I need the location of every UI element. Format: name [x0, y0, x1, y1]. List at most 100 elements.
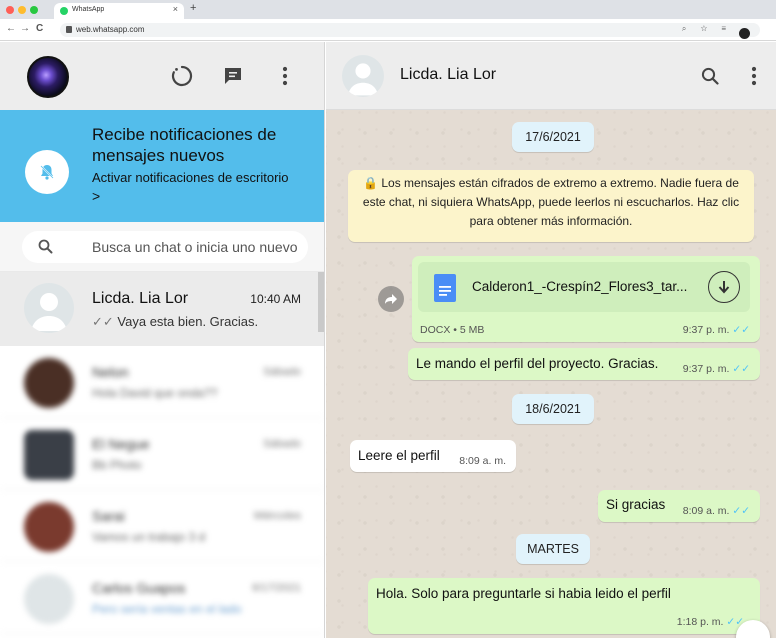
sidebar-header — [0, 42, 324, 110]
maximize-window-button[interactable] — [30, 6, 38, 14]
default-avatar-icon — [24, 283, 74, 333]
browser-tab-bar: WhatsApp × + — [0, 0, 776, 19]
profile-icon[interactable] — [739, 28, 750, 39]
search-icon — [38, 239, 53, 259]
status-icon[interactable] — [170, 64, 194, 88]
message-meta: 9:37 p. m. ✓✓ — [683, 324, 750, 336]
docx-file-icon — [434, 274, 456, 302]
contact-avatar[interactable] — [342, 55, 384, 97]
chat-time: 6/17/2021 — [252, 582, 301, 594]
forward-icon[interactable] — [378, 286, 404, 312]
browser-tab[interactable]: WhatsApp × — [54, 3, 184, 19]
chat-list-item[interactable]: Nelon Sábado Hola David que onda?? — [0, 346, 324, 418]
avatar — [24, 574, 74, 624]
message-text: Si gracias — [606, 497, 666, 512]
document-message[interactable]: Calderon1_-Crespín2_Flores3_tar... DOCX … — [412, 256, 760, 342]
chat-name: Carlos Guapos — [92, 580, 186, 596]
document-file-name: Calderon1_-Crespín2_Flores3_tar... — [472, 279, 688, 294]
notification-banner[interactable]: Recibe notificaciones de mensajes nuevos… — [0, 110, 324, 222]
read-ticks-icon: ✓✓ — [732, 324, 750, 336]
read-ticks-icon: ✓✓ — [732, 363, 750, 375]
chat-list-item[interactable]: El Negue Sábado Bb Photo — [0, 418, 324, 490]
chat-preview: Hola David que onda?? — [92, 386, 218, 400]
chat-list-item-active[interactable]: Licda. Lia Lor 10:40 AM ✓✓ Vaya esta bie… — [0, 272, 324, 346]
chat-name: Licda. Lia Lor — [92, 290, 189, 307]
message-meta: 8:09 a. m. ✓✓ — [683, 505, 750, 517]
reload-button[interactable]: C — [36, 23, 43, 34]
avatar — [24, 430, 74, 480]
menu-icon[interactable] — [742, 64, 766, 88]
lock-icon — [66, 26, 72, 33]
chat-list-item[interactable]: Carlos Guapos 6/17/2021 Pero sería venta… — [0, 562, 324, 634]
avatar — [24, 358, 74, 408]
date-divider: 18/6/2021 — [512, 394, 594, 424]
chat-name: Sarai — [92, 508, 125, 524]
search-bar — [0, 222, 324, 272]
close-window-button[interactable] — [6, 6, 14, 14]
document-card[interactable]: Calderon1_-Crespín2_Flores3_tar... — [418, 262, 750, 312]
message-text: Le mando el perfil del proyecto. Gracias… — [416, 356, 659, 371]
contact-name: Licda. Lia Lor — [400, 66, 497, 83]
message-time: 9:37 p. m. — [682, 363, 730, 375]
chat-list-scrollbar[interactable] — [318, 272, 324, 332]
forward-button[interactable]: → — [20, 23, 30, 34]
chevron-right-icon[interactable]: > — [92, 188, 100, 204]
message-time: 8:09 a. m. — [459, 455, 506, 467]
bell-off-icon — [25, 150, 69, 194]
incoming-message[interactable]: Leere el perfil 8:09 a. m. — [350, 440, 516, 472]
outgoing-message[interactable]: Si gracias 8:09 a. m. ✓✓ — [598, 490, 760, 522]
search-input[interactable] — [92, 231, 306, 263]
message-time: 1:18 p. m. — [676, 616, 724, 628]
chat-time: Miércoles — [253, 510, 301, 522]
url-field[interactable]: web.whatsapp.com ⌕ ☆ ≡ — [60, 23, 760, 39]
notification-title: Recibe notificaciones de mensajes nuevos — [92, 125, 277, 165]
chat-preview: Pero sería ventas en el lado — [92, 602, 242, 616]
address-bar: ← → C web.whatsapp.com ⌕ ☆ ≡ — [0, 19, 776, 41]
read-ticks-icon: ✓✓ — [732, 505, 750, 517]
new-chat-icon[interactable] — [221, 64, 245, 88]
chat-preview-text: Vaya esta bien. Gracias. — [117, 314, 259, 329]
encryption-notice[interactable]: 🔒 Los mensajes están cifrados de extremo… — [348, 170, 754, 242]
search-icon[interactable] — [698, 64, 722, 88]
document-file-info: DOCX • 5 MB — [420, 324, 485, 336]
download-icon[interactable] — [708, 271, 740, 303]
chat-time: 10:40 AM — [250, 292, 301, 306]
blurred-chat-list: Nelon Sábado Hola David que onda?? El Ne… — [0, 346, 324, 638]
conversation-panel: Licda. Lia Lor 17/6/2021 🔒 Los mensajes … — [326, 42, 776, 638]
enable-desktop-notifications-link[interactable]: Activar notificaciones de escritorio — [92, 170, 289, 185]
url-text: web.whatsapp.com — [76, 25, 145, 34]
back-button[interactable]: ← — [6, 23, 16, 34]
chat-list-item[interactable]: Sarai Miércoles Vamos un trabajo 3 d — [0, 490, 324, 562]
message-time: 9:37 p. m. — [682, 324, 730, 336]
chat-preview: Bb Photo — [92, 458, 142, 472]
conversation-header[interactable]: Licda. Lia Lor — [326, 42, 776, 110]
outgoing-message[interactable]: Hola. Solo para preguntarle si habia lei… — [368, 578, 760, 634]
tab-close-button[interactable]: × — [173, 4, 178, 14]
message-time: 8:09 a. m. — [682, 505, 730, 517]
chat-time: Sábado — [263, 366, 301, 378]
search-box[interactable] — [22, 231, 308, 263]
tab-title: WhatsApp — [72, 6, 105, 13]
message-meta: 1:18 p. m. ✓✓ — [677, 616, 744, 628]
outgoing-message[interactable]: Le mando el perfil del proyecto. Gracias… — [408, 348, 760, 380]
my-avatar[interactable] — [27, 56, 69, 98]
menu-icon[interactable] — [273, 64, 297, 88]
minimize-window-button[interactable] — [18, 6, 26, 14]
chat-preview: Vamos un trabajo 3 d — [92, 530, 206, 544]
omnibox-icons[interactable]: ⌕ ☆ ≡ — [682, 24, 732, 34]
message-text: Leere el perfil — [358, 448, 440, 463]
whatsapp-favicon-icon — [60, 7, 68, 15]
message-text: Hola. Solo para preguntarle si habia lei… — [376, 586, 671, 601]
message-meta: 9:37 p. m. ✓✓ — [683, 363, 750, 375]
chevron-down-icon: ⌄ — [747, 630, 759, 638]
new-tab-button[interactable]: + — [190, 2, 196, 14]
chat-name: El Negue — [92, 436, 150, 452]
read-ticks-icon: ✓✓ — [92, 314, 114, 329]
date-divider: 17/6/2021 — [512, 122, 594, 152]
chat-list-panel: Recibe notificaciones de mensajes nuevos… — [0, 42, 325, 638]
chat-name: Nelon — [92, 364, 129, 380]
chat-preview: ✓✓ Vaya esta bien. Gracias. — [92, 314, 258, 330]
date-divider: MARTES — [516, 534, 590, 564]
avatar — [24, 502, 74, 552]
chat-time: Sábado — [263, 438, 301, 450]
